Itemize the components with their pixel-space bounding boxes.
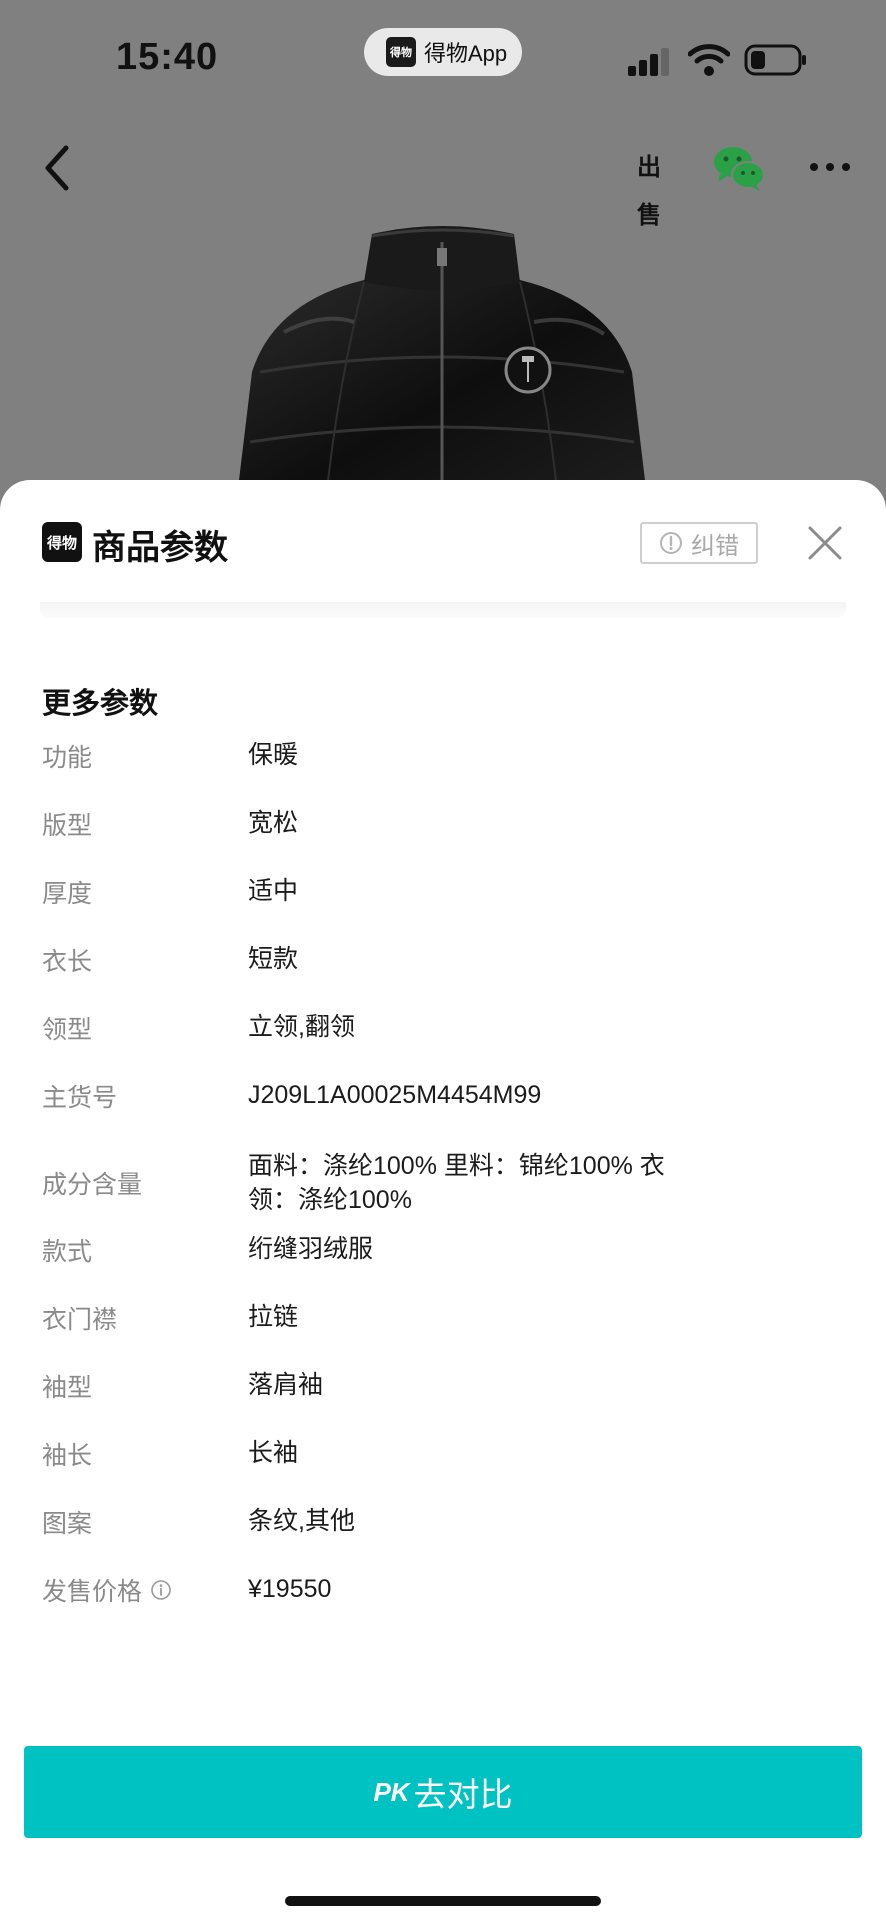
info-icon[interactable] (150, 1579, 172, 1601)
param-row: 发售价格 ¥19550 (42, 1572, 842, 1640)
pk-prefix-label: PK (373, 1776, 410, 1807)
exclamation-circle-icon (660, 532, 682, 554)
app-indicator-pill[interactable]: 得物 得物App (364, 28, 522, 76)
param-label: 主货号 (42, 1084, 118, 1112)
brand-logo-icon: 得物 (42, 522, 82, 562)
product-jacket-image (234, 226, 650, 522)
param-value: 绗缝羽绒服 (248, 1235, 374, 1263)
sheet-title: 商品参数 (92, 529, 228, 567)
param-label: 版型 (42, 812, 93, 840)
param-label: 袖型 (42, 1374, 93, 1402)
param-label: 厚度 (42, 880, 93, 908)
wifi-icon (688, 44, 730, 76)
param-value: 条纹,其他 (248, 1507, 355, 1535)
param-row: 成分含量 面料：涤纶100% 里料：锦纶100% 衣领：涤纶100% (42, 1134, 842, 1232)
param-value: 保暖 (248, 741, 299, 769)
param-label: 衣长 (42, 948, 93, 976)
params-list: 功能 保暖 版型 宽松 厚度 适中 衣长 短款 领型 立领,翻领 主货号 J20… (42, 738, 842, 1640)
param-row: 衣门襟 拉链 (42, 1300, 842, 1368)
status-bar: 15:40 得物 得物App (0, 0, 886, 120)
report-error-label: 纠错 (691, 532, 739, 560)
param-row: 主货号 J209L1A00025M4454M99 (42, 1078, 842, 1134)
param-label: 领型 (42, 1016, 93, 1044)
sheet-header: 得物 商品参数 纠错 (0, 480, 886, 602)
param-row: 款式 绗缝羽绒服 (42, 1232, 842, 1300)
param-value: 宽松 (248, 809, 299, 837)
nav-bar: 出售 (0, 130, 886, 229)
param-label: 图案 (42, 1510, 93, 1538)
param-label: 成分含量 (42, 1171, 143, 1199)
wechat-icon[interactable] (712, 144, 766, 192)
pk-compare-label: 去对比 (413, 1776, 513, 1813)
param-row: 厚度 适中 (42, 874, 842, 942)
param-value: J209L1A00025M4454M99 (248, 1081, 542, 1109)
report-error-button[interactable]: 纠错 (640, 522, 758, 564)
param-row: 图案 条纹,其他 (42, 1504, 842, 1572)
back-icon[interactable] (38, 142, 78, 194)
app-logo-icon: 得物 (386, 37, 416, 67)
param-value: 面料：涤纶100% 里料：锦纶100% 衣领：涤纶100% (248, 1152, 665, 1214)
product-params-sheet: 得物 商品参数 纠错 更多参数 功能 保暖 版型 宽松 厚度 适中 衣长 短款 … (0, 480, 886, 1920)
param-value: 立领,翻领 (248, 1013, 355, 1041)
param-value: 长袖 (248, 1439, 299, 1467)
scroll-edge-divider (40, 602, 846, 618)
param-label: 款式 (42, 1238, 93, 1266)
param-value-price: ¥19550 (248, 1575, 332, 1603)
pk-compare-button[interactable]: PK 去对比 (24, 1746, 862, 1838)
param-row: 功能 保暖 (42, 738, 842, 806)
battery-icon (744, 44, 806, 76)
product-image-area: 15:40 得物 得物App 出售 (0, 0, 886, 522)
close-icon[interactable] (804, 522, 846, 564)
param-label-text: 发售价格 (42, 1578, 143, 1606)
param-label: 发售价格 (42, 1572, 248, 1608)
param-row: 版型 宽松 (42, 806, 842, 874)
param-row: 袖长 长袖 (42, 1436, 842, 1504)
param-row: 领型 立领,翻领 (42, 1010, 842, 1078)
section-title-more-params: 更多参数 (42, 688, 159, 720)
more-icon[interactable] (808, 152, 852, 182)
param-value: 适中 (248, 877, 299, 905)
param-label: 袖长 (42, 1442, 93, 1470)
param-label: 功能 (42, 744, 93, 772)
app-indicator-name: 得物App (424, 41, 508, 66)
param-value: 落肩袖 (248, 1371, 324, 1399)
param-value: 拉链 (248, 1303, 299, 1331)
param-row: 衣长 短款 (42, 942, 842, 1010)
signal-icon (628, 48, 669, 76)
sell-icon[interactable]: 出售 (626, 144, 672, 229)
param-value: 短款 (248, 945, 299, 973)
home-indicator[interactable] (285, 1896, 601, 1906)
status-time: 15:40 (116, 36, 219, 78)
param-row: 袖型 落肩袖 (42, 1368, 842, 1436)
param-label: 衣门襟 (42, 1306, 118, 1334)
